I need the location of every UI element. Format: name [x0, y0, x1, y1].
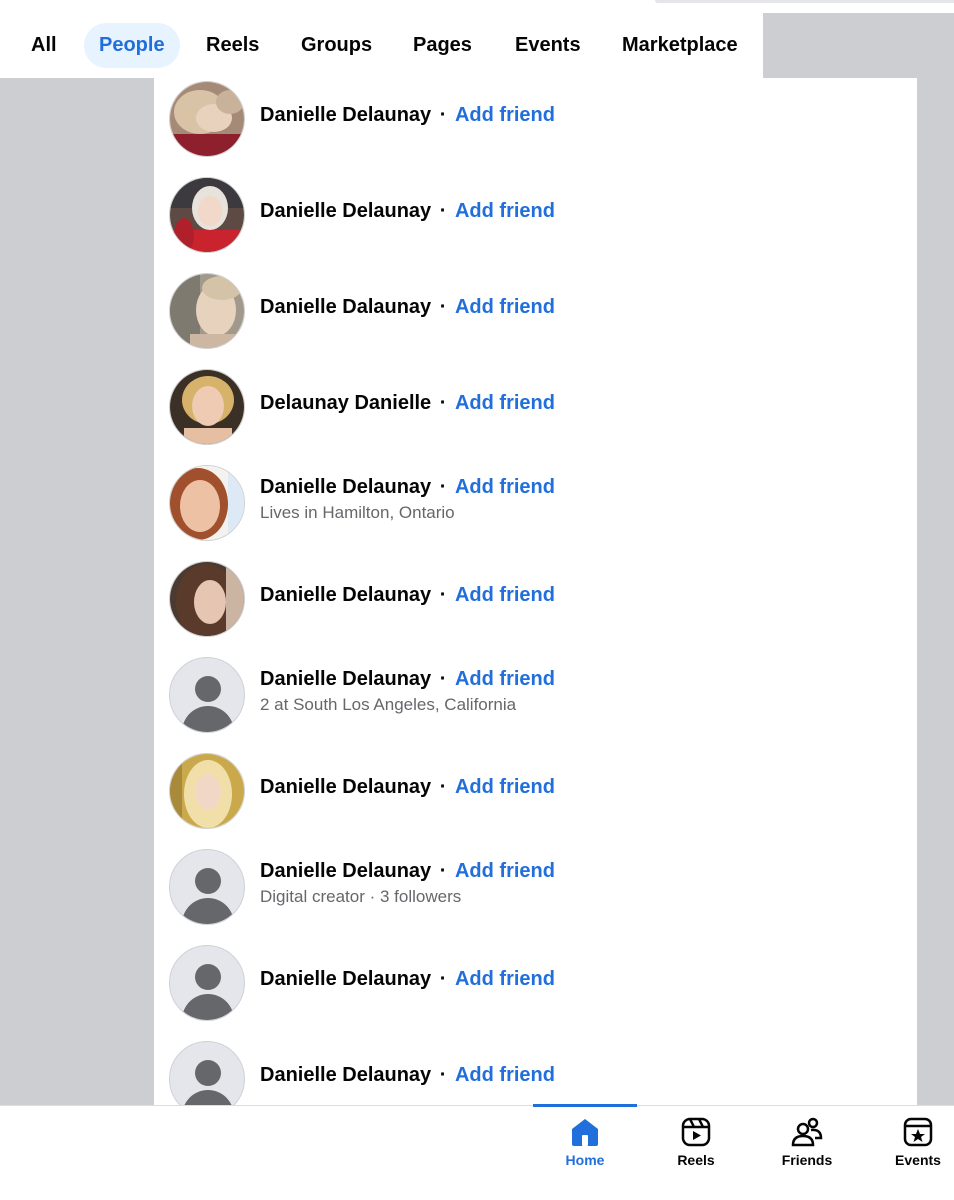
avatar[interactable] — [169, 561, 245, 637]
separator-dot: · — [434, 392, 452, 414]
list-item[interactable]: Danielle Delaunay · Add friend — [154, 78, 917, 174]
result-info: Danielle Delaunay · Add friend — [260, 1064, 555, 1087]
add-friend-button[interactable]: Add friend — [455, 968, 555, 990]
separator-dot: · — [434, 104, 452, 126]
search-bar-edge — [655, 0, 954, 3]
person-name[interactable]: Danielle Delaunay — [260, 860, 431, 882]
list-item[interactable]: Danielle Dalaunay · Add friend — [154, 270, 917, 366]
tab-pages[interactable]: Pages — [398, 23, 487, 68]
list-item[interactable]: Danielle Delaunay · Add friend — [154, 558, 917, 654]
person-subtitle: 2 at South Los Angeles, California — [260, 695, 517, 714]
tab-all[interactable]: All — [16, 23, 72, 68]
person-name[interactable]: Danielle Delaunay — [260, 776, 431, 798]
person-name[interactable]: Danielle Dalaunay — [260, 296, 431, 318]
tab-people[interactable]: People — [84, 23, 180, 68]
result-info: Danielle Delaunay · Add friend — [260, 584, 555, 607]
list-item[interactable]: Danielle Delaunay · Add friend Lives in … — [154, 462, 917, 558]
bottom-navigation-bar: Home Reels Friends Events — [0, 1104, 954, 1200]
add-friend-button[interactable]: Add friend — [455, 392, 555, 414]
person-name[interactable]: Delaunay Danielle — [260, 392, 431, 414]
nav-events[interactable]: Events — [866, 1106, 954, 1200]
avatar[interactable] — [169, 177, 245, 253]
list-item[interactable]: Danielle Delaunay · Add friend 2 at Sout… — [154, 654, 917, 750]
separator-dot: · — [434, 476, 452, 498]
add-friend-button[interactable]: Add friend — [455, 476, 555, 498]
list-item[interactable]: Delaunay Danielle · Add friend — [154, 366, 917, 462]
person-name[interactable]: Danielle Delaunay — [260, 200, 431, 222]
separator-dot: · — [434, 296, 452, 318]
people-results-list: Danielle Delaunay · Add friend Danielle … — [154, 78, 917, 1105]
nav-label: Events — [895, 1152, 941, 1168]
add-friend-button[interactable]: Add friend — [455, 860, 555, 882]
result-info: Delaunay Danielle · Add friend — [260, 392, 555, 415]
avatar[interactable] — [169, 369, 245, 445]
nav-label: Reels — [677, 1152, 715, 1168]
tab-groups[interactable]: Groups — [286, 23, 387, 68]
result-info: Danielle Delaunay · Add friend — [260, 104, 555, 127]
avatar[interactable] — [169, 273, 245, 349]
person-name[interactable]: Danielle Delaunay — [260, 968, 431, 990]
result-info: Danielle Delaunay · Add friend — [260, 968, 555, 991]
separator-dot: · — [434, 584, 452, 606]
home-icon — [572, 1119, 598, 1146]
events-icon — [903, 1117, 933, 1147]
search-filter-tabs: All People Reels Groups Pages Events Mar… — [0, 0, 954, 78]
add-friend-button[interactable]: Add friend — [455, 296, 555, 318]
avatar[interactable] — [169, 465, 245, 541]
result-info: Danielle Delaunay · Add friend — [260, 200, 555, 223]
add-friend-button[interactable]: Add friend — [455, 776, 555, 798]
add-friend-button[interactable]: Add friend — [455, 668, 555, 690]
list-item[interactable]: Danielle Delaunay · Add friend — [154, 174, 917, 270]
reels-icon — [681, 1117, 711, 1147]
list-item[interactable]: Danielle Delaunay · Add friend Digital c… — [154, 846, 917, 942]
separator-dot: · — [434, 860, 452, 882]
separator-dot: · — [434, 968, 452, 990]
result-info: Danielle Delaunay · Add friend Digital c… — [260, 860, 555, 907]
person-name[interactable]: Danielle Delaunay — [260, 584, 431, 606]
result-info: Danielle Delaunay · Add friend 2 at Sout… — [260, 668, 555, 715]
person-name[interactable]: Danielle Delaunay — [260, 104, 431, 126]
person-name[interactable]: Danielle Delaunay — [260, 668, 431, 690]
list-item[interactable]: Danielle Delaunay · Add friend — [154, 942, 917, 1038]
person-name[interactable]: Danielle Delaunay — [260, 1064, 431, 1086]
tab-events[interactable]: Events — [500, 23, 596, 68]
friends-icon — [791, 1117, 823, 1147]
active-indicator — [533, 1104, 637, 1107]
nav-reels[interactable]: Reels — [644, 1106, 748, 1200]
person-subtitle: Digital creator · 3 followers — [260, 887, 462, 906]
tab-marketplace[interactable]: Marketplace — [607, 23, 753, 68]
add-friend-button[interactable]: Add friend — [455, 584, 555, 606]
default-avatar-icon[interactable] — [169, 945, 245, 1021]
separator-dot: · — [434, 1064, 452, 1086]
add-friend-button[interactable]: Add friend — [455, 1064, 555, 1086]
tab-reels[interactable]: Reels — [191, 23, 274, 68]
separator-dot: · — [434, 200, 452, 222]
result-info: Danielle Dalaunay · Add friend — [260, 296, 555, 319]
separator-dot: · — [434, 668, 452, 690]
nav-friends[interactable]: Friends — [755, 1106, 859, 1200]
separator-dot: · — [434, 776, 452, 798]
result-info: Danielle Delaunay · Add friend — [260, 776, 555, 799]
list-item[interactable]: Danielle Delaunay · Add friend — [154, 750, 917, 846]
nav-label: Friends — [781, 1152, 833, 1168]
person-name[interactable]: Danielle Delaunay — [260, 476, 431, 498]
nav-label: Home — [565, 1152, 605, 1168]
default-avatar-icon[interactable] — [169, 1041, 245, 1105]
avatar[interactable] — [169, 753, 245, 829]
default-avatar-icon[interactable] — [169, 849, 245, 925]
add-friend-button[interactable]: Add friend — [455, 104, 555, 126]
default-avatar-icon[interactable] — [169, 657, 245, 733]
result-info: Danielle Delaunay · Add friend Lives in … — [260, 476, 555, 523]
tabs-overflow-area — [763, 13, 954, 78]
list-item[interactable]: Danielle Delaunay · Add friend — [154, 1038, 917, 1105]
add-friend-button[interactable]: Add friend — [455, 200, 555, 222]
nav-home[interactable]: Home — [533, 1104, 637, 1200]
avatar[interactable] — [169, 81, 245, 157]
person-subtitle: Lives in Hamilton, Ontario — [260, 503, 455, 522]
